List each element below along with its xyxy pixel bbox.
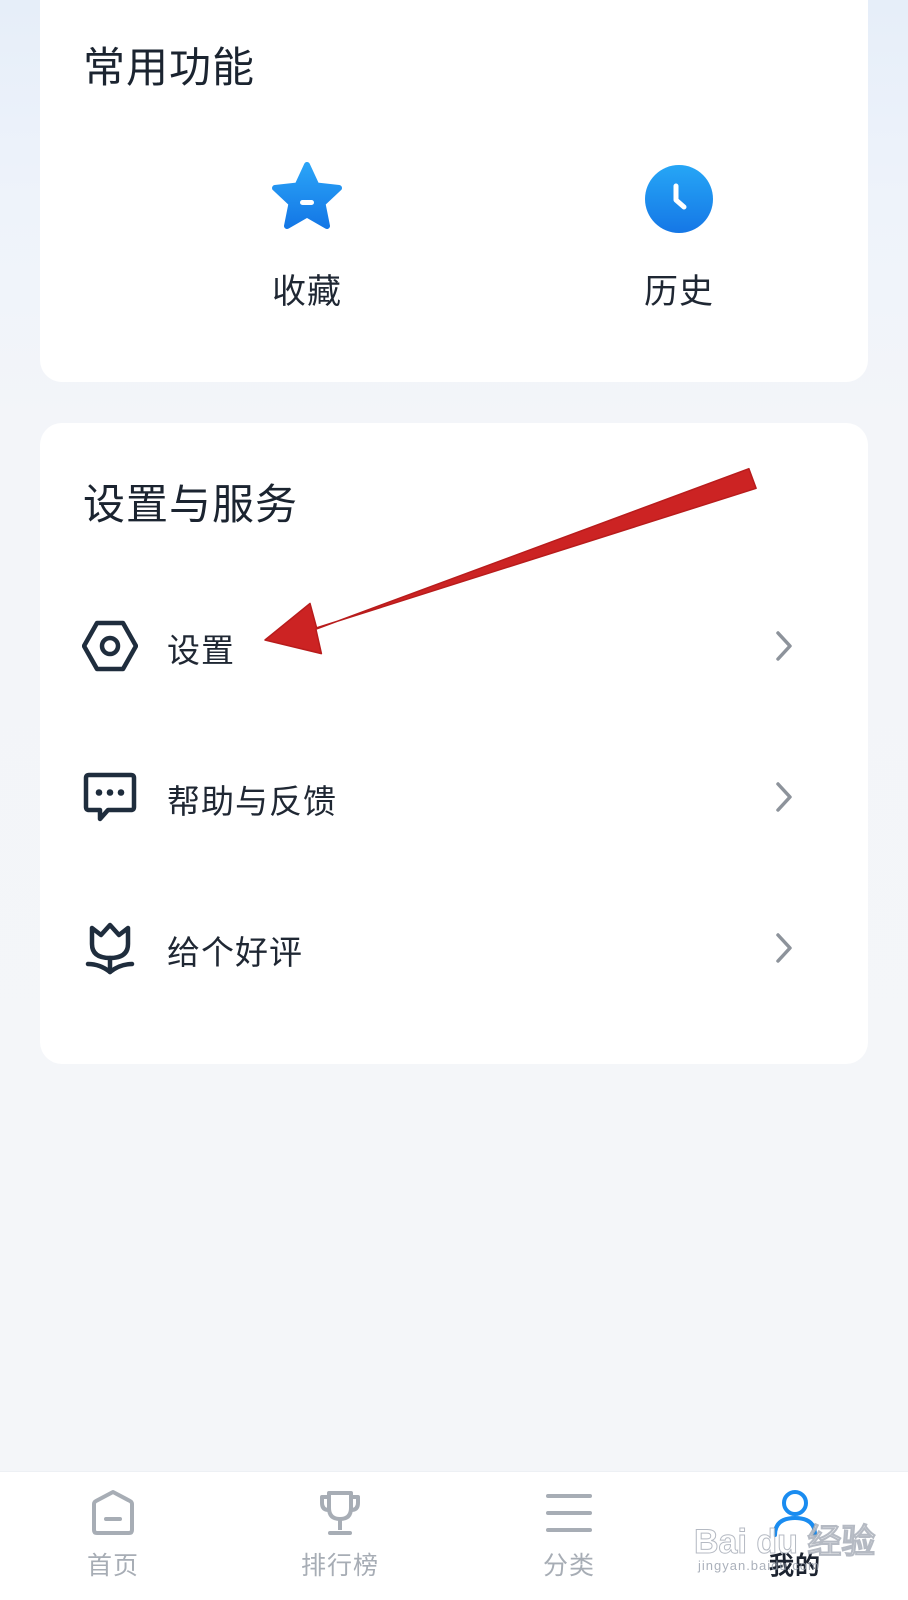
settings-hexagon-icon (82, 620, 138, 672)
chevron-right-icon (776, 933, 792, 963)
user-icon (773, 1490, 817, 1537)
tab-category[interactable]: 分类 (494, 1472, 644, 1600)
history-label: 历史 (644, 272, 714, 312)
quick-functions-title: 常用功能 (83, 43, 256, 92)
tab-ranking-label: 排行榜 (300, 1551, 379, 1580)
settings-services-title: 设置与服务 (83, 480, 299, 529)
tab-home-label: 首页 (86, 1551, 139, 1580)
chat-bubble-icon (83, 772, 137, 822)
help-feedback-row[interactable]: 帮助与反馈 (40, 742, 868, 852)
clock-icon (645, 165, 713, 233)
tab-home[interactable]: 首页 (38, 1472, 188, 1600)
tab-category-label: 分类 (542, 1551, 595, 1580)
settings-row[interactable]: 设置 (40, 591, 868, 701)
history-button[interactable]: 历史 (569, 162, 789, 313)
menu-lines-icon (546, 1494, 592, 1532)
settings-label: 设置 (167, 631, 235, 670)
tulip-icon (85, 922, 135, 975)
tab-me[interactable]: 我的 (720, 1472, 870, 1600)
quick-functions-card: 常用功能 收藏 历史 (40, 0, 868, 382)
favorites-label: 收藏 (272, 272, 342, 312)
trophy-icon (320, 1491, 360, 1535)
chevron-right-icon (776, 782, 792, 812)
star-icon (272, 162, 342, 229)
favorites-button[interactable]: 收藏 (197, 162, 417, 313)
chevron-right-icon (776, 631, 792, 661)
rate-app-row[interactable]: 给个好评 (40, 893, 868, 1003)
bottom-tab-bar: 首页 排行榜 分类 我的 (0, 1472, 908, 1600)
settings-services-card: 设置与服务 设置 帮助与反馈 给个好评 (40, 423, 868, 1064)
rate-app-label: 给个好评 (167, 933, 303, 972)
tab-me-label: 我的 (768, 1551, 821, 1580)
home-icon (92, 1490, 134, 1535)
tab-ranking[interactable]: 排行榜 (265, 1472, 415, 1600)
help-feedback-label: 帮助与反馈 (167, 782, 337, 821)
